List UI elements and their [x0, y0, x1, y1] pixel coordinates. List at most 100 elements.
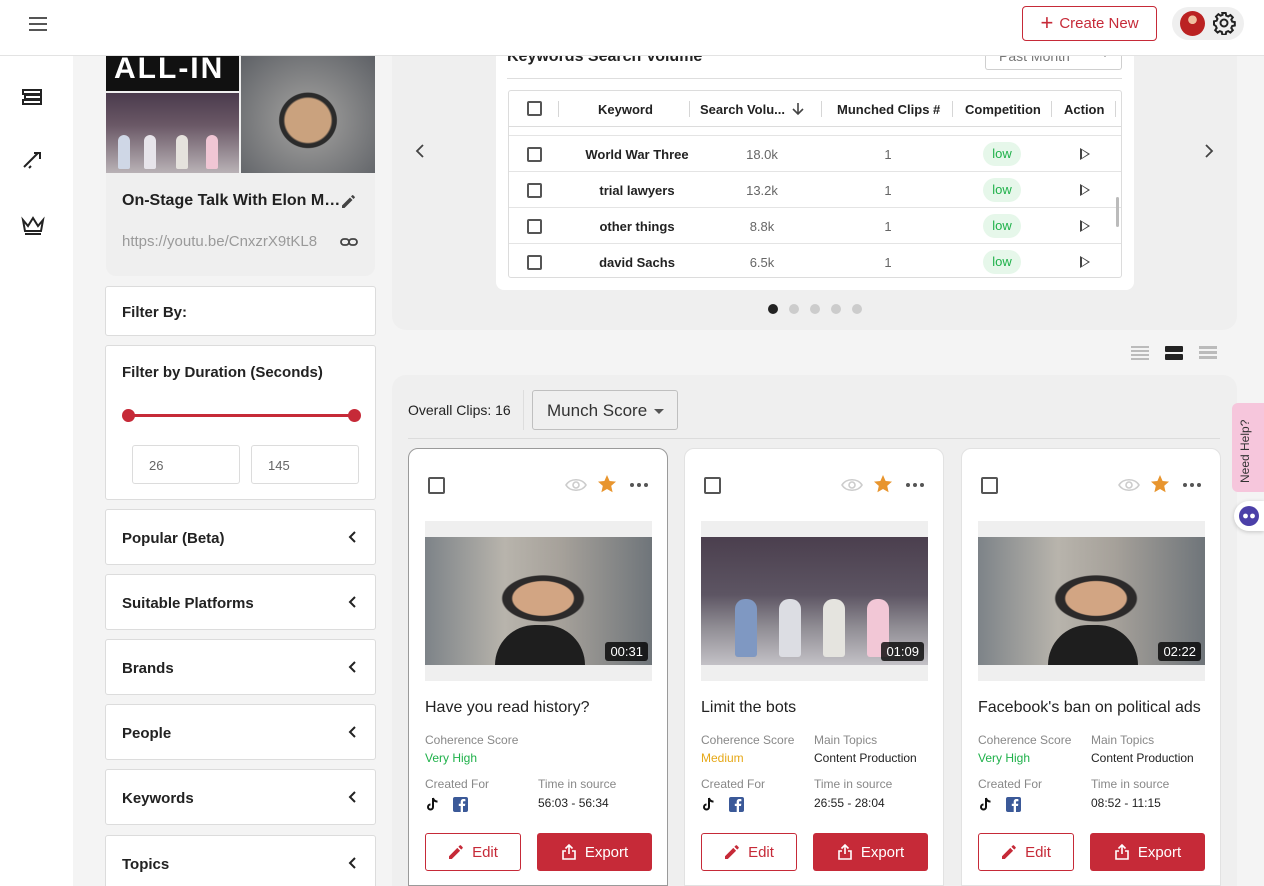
column-competition[interactable]: Competition: [965, 102, 1041, 117]
clip-card[interactable]: 00:31 Have you read history? Coherence S…: [408, 448, 668, 886]
export-label: Export: [860, 843, 905, 861]
column-separator: [689, 101, 690, 117]
clip-card[interactable]: 01:09 Limit the bots Coherence Score Med…: [684, 448, 944, 886]
filter-section-platforms[interactable]: Suitable Platforms: [105, 574, 376, 630]
rocket-icon[interactable]: [20, 149, 46, 171]
carousel-dot[interactable]: [810, 304, 820, 314]
more-options-icon[interactable]: [630, 483, 648, 487]
column-search-volume[interactable]: Search Volu...: [700, 102, 785, 117]
user-menu[interactable]: [1172, 7, 1244, 40]
carousel-dot[interactable]: [768, 304, 778, 314]
play-icon[interactable]: [1080, 148, 1090, 160]
duration-min-input[interactable]: 26: [132, 445, 240, 484]
row-checkbox[interactable]: [527, 219, 542, 234]
clip-card[interactable]: 02:22 Facebook's ban on political ads Co…: [961, 448, 1221, 886]
export-label: Export: [1137, 843, 1182, 861]
sort-arrow-down-icon[interactable]: [791, 102, 805, 116]
clip-checkbox[interactable]: [981, 477, 998, 494]
pencil-icon[interactable]: [340, 192, 358, 210]
video-url[interactable]: https://youtu.be/CnxzrX9tKL8: [122, 233, 338, 250]
play-icon[interactable]: [1080, 184, 1090, 196]
table-scrollbar[interactable]: [1116, 197, 1119, 227]
chat-bot-button[interactable]: [1234, 501, 1264, 531]
sort-select[interactable]: Munch Score: [532, 390, 678, 430]
eye-icon[interactable]: [841, 477, 863, 493]
carousel-next-icon[interactable]: [1203, 144, 1215, 158]
need-help-tab[interactable]: Need Help?: [1232, 403, 1264, 492]
play-icon[interactable]: [1080, 220, 1090, 232]
filter-section-popular[interactable]: Popular (Beta): [105, 509, 376, 565]
star-icon[interactable]: [873, 474, 893, 494]
create-new-button[interactable]: + Create New: [1022, 6, 1157, 41]
eye-icon[interactable]: [565, 477, 587, 493]
star-icon[interactable]: [1150, 474, 1170, 494]
clip-thumbnail[interactable]: 00:31: [425, 537, 652, 665]
duration-filter-title: Filter by Duration (Seconds): [122, 364, 323, 381]
table-row[interactable]: trial lawyers 13.2k 1 low: [509, 172, 1121, 208]
clip-thumbnail[interactable]: 02:22: [978, 537, 1205, 665]
duration-slider-max-handle[interactable]: [347, 409, 361, 422]
keywords-table: Keyword Search Volu... Munched Clips # C…: [508, 90, 1122, 278]
link-icon[interactable]: [340, 233, 358, 251]
clip-checkbox[interactable]: [704, 477, 721, 494]
row-checkbox[interactable]: [527, 183, 542, 198]
duration-slider-min-handle[interactable]: [121, 409, 135, 422]
star-icon[interactable]: [597, 474, 617, 494]
video-thumbnail-grid[interactable]: ALL-IN: [106, 56, 375, 173]
edit-button[interactable]: Edit: [978, 833, 1074, 871]
filter-section-people[interactable]: People: [105, 704, 376, 760]
keyword-cell: trial lawyers: [599, 183, 675, 198]
pencil-icon: [1002, 845, 1016, 859]
duration-slider-track[interactable]: [128, 414, 354, 417]
column-separator: [821, 101, 822, 117]
eye-icon[interactable]: [1118, 477, 1140, 493]
filter-section-brands[interactable]: Brands: [105, 639, 376, 695]
table-row[interactable]: World War Three 18.0k 1 low: [509, 136, 1121, 172]
hamburger-icon[interactable]: [29, 17, 47, 31]
coherence-value: Very High: [978, 751, 1031, 765]
row-checkbox[interactable]: [527, 255, 542, 270]
column-munched-clips[interactable]: Munched Clips #: [837, 102, 940, 117]
select-all-checkbox[interactable]: [527, 101, 542, 116]
table-row[interactable]: other things 8.8k 1 low: [509, 208, 1121, 244]
carousel-dot[interactable]: [789, 304, 799, 314]
column-separator: [558, 101, 559, 117]
edit-button[interactable]: Edit: [425, 833, 521, 871]
filter-by-panel: Filter By:: [105, 286, 376, 336]
filter-section-label: People: [122, 725, 172, 742]
gear-icon[interactable]: [1212, 11, 1236, 35]
more-options-icon[interactable]: [1183, 483, 1201, 487]
card-view-icon[interactable]: [1165, 346, 1183, 360]
list-view-icon[interactable]: [1131, 346, 1149, 360]
carousel-dot[interactable]: [831, 304, 841, 314]
crown-icon[interactable]: [20, 214, 46, 236]
clip-checkbox[interactable]: [428, 477, 445, 494]
carousel-dot[interactable]: [852, 304, 862, 314]
keyword-cell: World War Three: [585, 147, 689, 162]
edit-button[interactable]: Edit: [701, 833, 797, 871]
chevron-left-icon: [348, 596, 356, 608]
export-button[interactable]: Export: [1090, 833, 1205, 871]
layers-icon[interactable]: [20, 86, 46, 108]
keyword-cell: other things: [599, 219, 675, 234]
more-options-icon[interactable]: [906, 483, 924, 487]
table-row-partial: [509, 127, 1121, 136]
row-checkbox[interactable]: [527, 147, 542, 162]
clip-thumbnail[interactable]: 01:09: [701, 537, 928, 665]
keyword-cell: david Sachs: [599, 255, 675, 270]
chat-bot-icon: [1239, 506, 1259, 526]
avatar[interactable]: [1180, 11, 1205, 36]
carousel-prev-icon[interactable]: [414, 144, 426, 158]
duration-max-input[interactable]: 145: [251, 445, 359, 484]
export-button[interactable]: Export: [537, 833, 652, 871]
filter-section-topics[interactable]: Topics: [105, 835, 376, 886]
column-keyword[interactable]: Keyword: [598, 102, 653, 117]
table-row[interactable]: david Sachs 6.5k 1 low: [509, 244, 1121, 277]
play-icon[interactable]: [1080, 256, 1090, 268]
compact-view-icon[interactable]: [1199, 346, 1217, 360]
pencil-icon: [449, 845, 463, 859]
export-button[interactable]: Export: [813, 833, 928, 871]
column-action: Action: [1064, 102, 1105, 117]
filter-section-keywords[interactable]: Keywords: [105, 769, 376, 825]
competition-badge: low: [983, 178, 1021, 202]
